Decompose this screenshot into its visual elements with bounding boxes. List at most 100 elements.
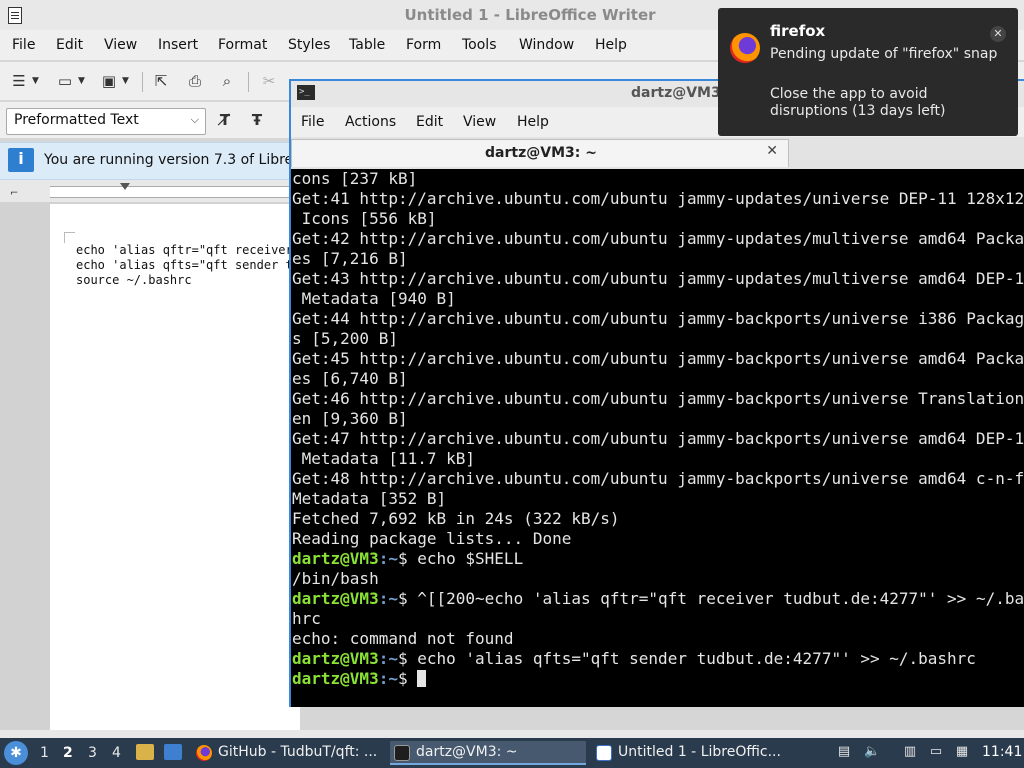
terminal-output-line: hrc	[292, 609, 321, 628]
writer-icon	[596, 745, 612, 761]
menu-form[interactable]: Form	[406, 37, 441, 53]
menu-insert[interactable]: Insert	[158, 37, 198, 53]
prompt-user: dartz@VM3	[292, 549, 379, 568]
task-terminal[interactable]: dartz@VM3: ~	[390, 741, 586, 765]
export-pdf-icon[interactable]: ⇱	[152, 72, 170, 90]
new-dropdown-icon[interactable]: ▼	[32, 76, 39, 86]
terminal-tab-label: dartz@VM3: ~	[485, 145, 597, 161]
terminal-menu-file[interactable]: File	[301, 114, 324, 130]
menu-file[interactable]: File	[12, 37, 35, 53]
menu-table[interactable]: Table	[349, 37, 385, 53]
prompt-user: dartz@VM3	[292, 669, 379, 688]
volume-icon[interactable]: 🔈	[864, 744, 880, 760]
terminal-output-line: echo: command not found	[292, 629, 514, 648]
start-menu-icon[interactable]: ✱	[4, 741, 28, 765]
terminal-output-line: /bin/bash	[292, 569, 379, 588]
terminal-menu-help[interactable]: Help	[517, 114, 549, 130]
workspace-4[interactable]: 4	[112, 745, 121, 761]
network-icon[interactable]: ▦	[954, 744, 970, 760]
task-label: GitHub - TudbuT/qft: ...	[218, 744, 378, 760]
show-desktop-icon[interactable]	[164, 744, 182, 760]
menu-help[interactable]: Help	[595, 37, 627, 53]
text-boundary-corner	[64, 232, 75, 243]
task-writer[interactable]: Untitled 1 - LibreOffic...	[592, 741, 788, 765]
terminal-output-line: Icons [556 kB]	[292, 209, 437, 228]
prompt-command: $ ^[[200~echo 'alias qftr="qft receiver …	[397, 589, 1024, 608]
terminal-output-line: cons [237 kB]	[292, 169, 418, 188]
terminal-tab[interactable]: dartz@VM3: ~ ✕	[291, 139, 789, 167]
terminal-prompt-line: dartz@VM3:~$ echo 'alias qfts="qft sende…	[292, 649, 976, 669]
clock: 11:41	[982, 744, 1023, 760]
terminal-prompt-line: dartz@VM3:~$ ^[[200~echo 'alias qftr="qf…	[292, 589, 1024, 609]
task-label: Untitled 1 - LibreOffic...	[618, 744, 781, 760]
open-folder-icon[interactable]: ▭	[56, 72, 74, 90]
text-cursor	[417, 670, 427, 687]
print-icon[interactable]: ⎙	[186, 72, 204, 90]
workspace-1[interactable]: 1	[40, 745, 49, 761]
terminal-window: >_ dartz@VM3: ~ File Actions Edit View H…	[289, 79, 1024, 707]
update-infobar: i You are running version 7.3 of LibreOf…	[0, 142, 300, 180]
paragraph-style-select[interactable]: Preformatted Text ⌵	[6, 108, 206, 135]
terminal-output-line: Get:46 http://archive.ubuntu.com/ubuntu …	[292, 389, 1024, 408]
display-icon[interactable]: ▭	[928, 744, 944, 760]
notification-message: Pending update of "firefox" snap	[770, 46, 998, 62]
chevron-down-icon: ⌵	[190, 113, 199, 126]
clear-formatting-icon[interactable]: T̸	[216, 111, 234, 129]
task-firefox[interactable]: GitHub - TudbuT/qft: ...	[192, 741, 382, 765]
prompt-path: :~	[378, 589, 398, 608]
save-dropdown-icon[interactable]: ▼	[122, 76, 129, 86]
terminal-output-line: s [5,200 B]	[292, 329, 398, 348]
character-style-icon[interactable]: Ŧ	[248, 111, 266, 129]
taskbar: ✱ 1 2 3 4 GitHub - TudbuT/qft: ... dartz…	[0, 738, 1024, 768]
terminal-icon	[394, 745, 410, 761]
task-label: dartz@VM3: ~	[416, 744, 518, 760]
save-icon[interactable]: ▣	[100, 72, 118, 90]
clipboard-icon[interactable]: ▥	[902, 744, 918, 760]
terminal-output-line: Get:43 http://archive.ubuntu.com/ubuntu …	[292, 269, 1024, 288]
ruler-scale	[50, 186, 300, 198]
file-manager-icon[interactable]	[136, 744, 154, 760]
prompt-command: $ echo $SHELL	[397, 549, 524, 568]
indent-marker[interactable]	[120, 183, 130, 190]
cut-icon[interactable]: ✂	[260, 72, 278, 90]
toolbar-separator	[248, 72, 249, 92]
terminal-output-line: Get:41 http://archive.ubuntu.com/ubuntu …	[292, 189, 1024, 208]
prompt-path: :~	[378, 669, 398, 688]
open-dropdown-icon[interactable]: ▼	[78, 76, 85, 86]
print-preview-icon[interactable]: ⌕	[218, 72, 236, 90]
menu-window[interactable]: Window	[519, 37, 574, 53]
menu-styles[interactable]: Styles	[288, 37, 330, 53]
workspace-2[interactable]: 2	[63, 745, 73, 761]
updates-icon[interactable]: ▤	[836, 744, 852, 760]
menu-view[interactable]: View	[104, 37, 137, 53]
terminal-output-line: Get:47 http://archive.ubuntu.com/ubuntu …	[292, 429, 1024, 448]
tab-stop-selector-icon[interactable]: ⌐	[10, 188, 18, 199]
terminal-prompt-line: dartz@VM3:~$	[292, 669, 427, 689]
terminal-output-line: Get:45 http://archive.ubuntu.com/ubuntu …	[292, 349, 1024, 368]
prompt-path: :~	[378, 549, 398, 568]
menu-tools[interactable]: Tools	[462, 37, 497, 53]
prompt-command: $	[397, 669, 418, 688]
terminal-output[interactable]: cons [237 kB] Get:41 http://archive.ubunt…	[291, 169, 1024, 707]
menu-edit[interactable]: Edit	[56, 37, 83, 53]
update-notification[interactable]: firefox ✕ Pending update of "firefox" sn…	[718, 8, 1018, 136]
workspace-3[interactable]: 3	[88, 745, 97, 761]
terminal-output-line: Metadata [940 B]	[292, 289, 456, 308]
terminal-output-line: es [6,740 B]	[292, 369, 408, 388]
close-icon[interactable]: ✕	[990, 26, 1006, 42]
firefox-icon	[730, 33, 760, 63]
terminal-menu-view[interactable]: View	[463, 114, 496, 130]
terminal-output-line: Metadata [352 B]	[292, 489, 447, 508]
terminal-output-line: Get:42 http://archive.ubuntu.com/ubuntu …	[292, 229, 1024, 248]
new-document-icon[interactable]: ☰	[10, 72, 28, 90]
notification-app-name: firefox	[770, 22, 826, 40]
horizontal-ruler[interactable]: ⌐	[0, 180, 300, 202]
menu-format[interactable]: Format	[218, 37, 267, 53]
terminal-menu-edit[interactable]: Edit	[416, 114, 443, 130]
terminal-menu-actions[interactable]: Actions	[345, 114, 396, 130]
terminal-tabbar: dartz@VM3: ~ ✕	[291, 137, 1024, 169]
close-tab-icon[interactable]: ✕	[766, 143, 778, 159]
infobar-message: You are running version 7.3 of LibreOffi…	[44, 152, 300, 168]
document-line: source ~/.bashrc	[76, 273, 192, 287]
terminal-output-line: Get:44 http://archive.ubuntu.com/ubuntu …	[292, 309, 1024, 328]
